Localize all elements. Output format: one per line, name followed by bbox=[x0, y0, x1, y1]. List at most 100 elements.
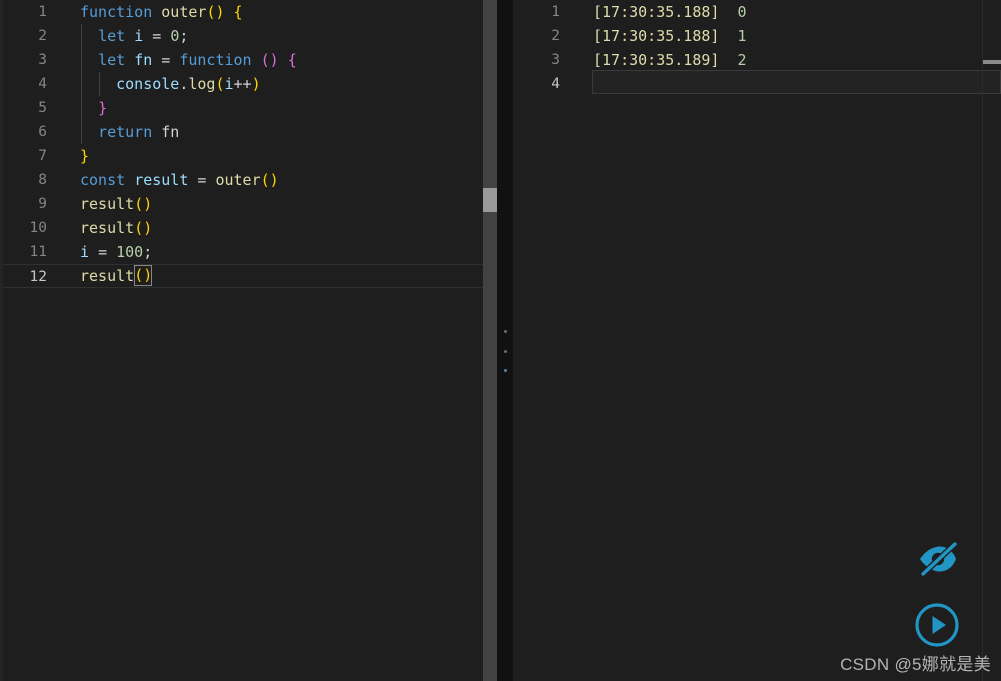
code-line[interactable]: 11 i = 100; bbox=[0, 240, 513, 264]
code-token: ; bbox=[179, 27, 189, 45]
code-token: } bbox=[98, 99, 108, 117]
output-value: 2 bbox=[737, 51, 747, 69]
code-token: fn bbox=[161, 123, 180, 141]
code-token: () bbox=[260, 51, 279, 69]
output-horizontal-scrollbar[interactable] bbox=[983, 60, 1001, 64]
code-token: = bbox=[152, 27, 162, 45]
code-text: } bbox=[80, 144, 89, 168]
output-line[interactable]: 2 [17:30:35.188] 1 bbox=[513, 24, 1001, 48]
eye-off-icon bbox=[920, 541, 958, 577]
code-token: = bbox=[98, 243, 108, 261]
hide-output-icon[interactable] bbox=[913, 535, 961, 583]
line-number: 2 bbox=[38, 28, 47, 44]
code-line[interactable]: 4 console.log(i++) bbox=[0, 72, 513, 96]
output-spacer bbox=[719, 27, 737, 45]
output-line-number: 1 bbox=[551, 4, 560, 20]
code-line[interactable]: 5 } bbox=[0, 96, 513, 120]
code-line[interactable]: 3 let fn = function () { bbox=[0, 48, 513, 72]
output-text: [17:30:35.188] 1 bbox=[593, 24, 747, 48]
splitter-dot bbox=[503, 369, 507, 372]
code-token: result bbox=[134, 171, 189, 189]
code-token: i bbox=[224, 75, 234, 93]
bracket-match: () bbox=[134, 265, 153, 286]
code-token: = bbox=[161, 51, 171, 69]
code-token: i bbox=[80, 243, 90, 261]
code-line[interactable]: 7} bbox=[0, 144, 513, 168]
output-value: 1 bbox=[737, 27, 747, 45]
console-output-pane[interactable]: 1 [17:30:35.188] 0 2 [17:30:35.188] 1 3 [17:3… bbox=[513, 0, 1001, 681]
pane-splitter-handle[interactable] bbox=[500, 330, 510, 372]
line-number: 4 bbox=[38, 76, 47, 92]
code-token: const bbox=[80, 171, 126, 189]
line-number: 1 bbox=[38, 4, 47, 20]
code-text: result() bbox=[80, 192, 152, 216]
output-line-number: 4 bbox=[551, 76, 560, 92]
output-line[interactable]: 1 [17:30:35.188] 0 bbox=[513, 0, 1001, 24]
output-lines-container[interactable]: 1 [17:30:35.188] 0 2 [17:30:35.188] 1 3 [17:3… bbox=[513, 0, 1001, 96]
output-spacer bbox=[719, 51, 737, 69]
line-number: 10 bbox=[29, 220, 47, 236]
code-token: ) bbox=[251, 75, 261, 93]
code-text: const result = outer() bbox=[80, 168, 279, 192]
code-token: ( bbox=[215, 75, 225, 93]
splitter-dot bbox=[503, 330, 507, 333]
code-text: let i = 0; bbox=[80, 24, 188, 48]
output-line[interactable]: 3 [17:30:35.189] 2 bbox=[513, 48, 1001, 72]
code-lines-container[interactable]: 1 function outer() {2 let i = 0; 3 let fn … bbox=[0, 0, 513, 681]
code-line[interactable]: 2 let i = 0; bbox=[0, 24, 513, 48]
output-timestamp: [17:30:35.188] bbox=[593, 3, 720, 21]
line-number: 9 bbox=[38, 196, 47, 212]
run-code-icon[interactable] bbox=[913, 601, 961, 649]
output-right-rule bbox=[982, 0, 983, 681]
code-line[interactable]: 9 result() bbox=[0, 192, 513, 216]
code-token: outer bbox=[161, 3, 207, 21]
line-number: 5 bbox=[38, 100, 47, 116]
left-edge-strip bbox=[0, 0, 3, 681]
code-token: } bbox=[80, 147, 90, 165]
code-token: function bbox=[80, 3, 153, 21]
code-text: i = 100; bbox=[80, 240, 152, 264]
code-line[interactable]: 10 result() bbox=[0, 216, 513, 240]
code-token: function bbox=[179, 51, 252, 69]
output-line[interactable]: 4 bbox=[513, 72, 1001, 96]
code-token: 0 bbox=[170, 27, 180, 45]
code-token: () bbox=[134, 195, 153, 213]
code-token: let bbox=[98, 51, 126, 69]
code-token: { bbox=[233, 3, 243, 21]
editor-scrollbar-thumb[interactable] bbox=[483, 188, 497, 212]
line-number: 8 bbox=[38, 172, 47, 188]
code-token: fn bbox=[134, 51, 153, 69]
code-editor-pane[interactable]: 1 function outer() {2 let i = 0; 3 let fn … bbox=[0, 0, 513, 681]
line-number: 6 bbox=[38, 124, 47, 140]
code-text: result() bbox=[80, 264, 153, 288]
code-text: let fn = function () { bbox=[80, 48, 297, 72]
editor-vertical-scrollbar[interactable] bbox=[483, 0, 497, 681]
output-timestamp: [17:30:35.189] bbox=[593, 51, 720, 69]
code-token: return bbox=[98, 123, 153, 141]
code-text: result() bbox=[80, 216, 152, 240]
code-token: { bbox=[287, 51, 297, 69]
code-line[interactable]: 8 const result = outer() bbox=[0, 168, 513, 192]
code-token: ; bbox=[143, 243, 153, 261]
output-text: [17:30:35.188] 0 bbox=[593, 0, 747, 24]
code-line[interactable]: 12 result() bbox=[0, 264, 513, 288]
play-circle-icon bbox=[915, 603, 959, 647]
floating-action-buttons bbox=[909, 535, 965, 649]
code-line[interactable]: 1 function outer() { bbox=[0, 0, 513, 24]
code-token: () bbox=[134, 219, 153, 237]
code-token: result bbox=[80, 219, 135, 237]
line-number: 12 bbox=[29, 269, 47, 285]
code-token: outer bbox=[215, 171, 261, 189]
code-line[interactable]: 6 return fn bbox=[0, 120, 513, 144]
